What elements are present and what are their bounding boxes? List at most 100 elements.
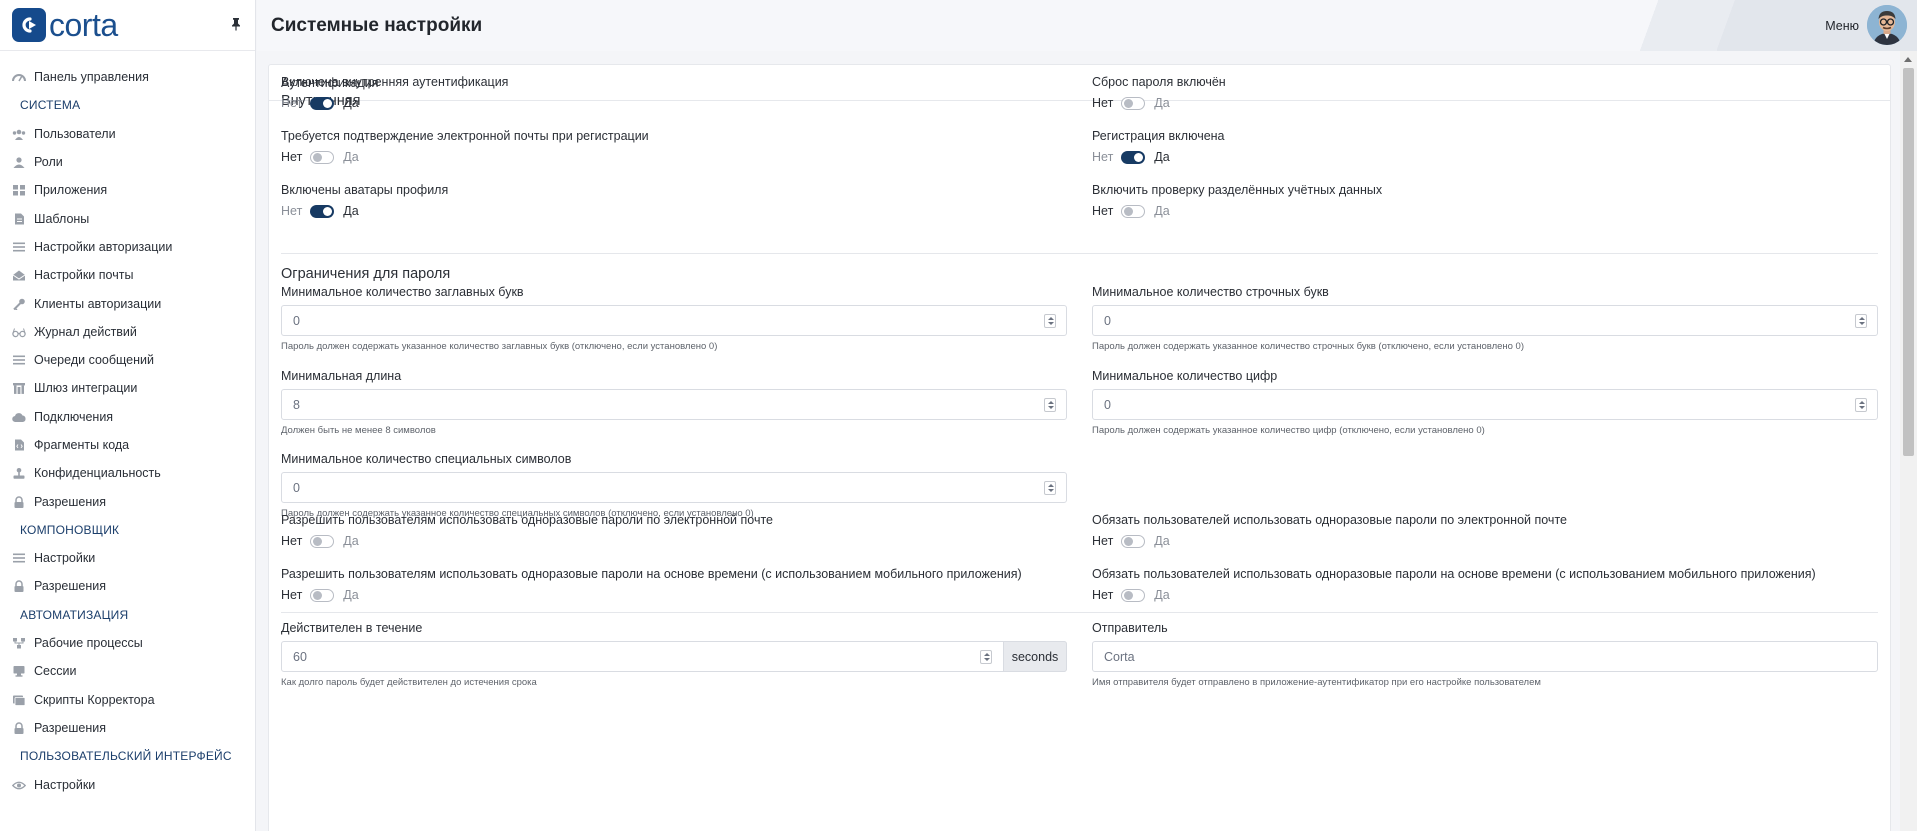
toggle-switch[interactable]	[310, 96, 335, 110]
pin-icon[interactable]	[229, 17, 243, 31]
toggle-row: Нет Да	[281, 96, 508, 110]
sidebar-item-label: Шлюз интеграции	[34, 381, 138, 396]
input-value: 60	[293, 649, 307, 664]
toggle-row: Нет Да	[1092, 534, 1567, 548]
help-text: Как долго пароль будет действителен до и…	[281, 677, 537, 688]
toggle-knob	[1124, 590, 1134, 600]
number-input[interactable]: 0	[281, 305, 1067, 336]
spinner-icon[interactable]	[1044, 314, 1056, 328]
sidebar-item-label: Разрешения	[34, 720, 107, 735]
spinner-icon[interactable]	[1044, 398, 1056, 412]
toggle-switch[interactable]	[1121, 588, 1146, 602]
toggle-label: Включена внутренняя аутентификация	[281, 75, 509, 89]
sidebar-item[interactable]: Подключения	[0, 403, 255, 431]
lock-icon	[12, 580, 26, 593]
toggle-row: Нет Да	[1092, 588, 1816, 602]
sidebar-section-title: АВТОМАТИЗАЦИЯ	[20, 607, 129, 622]
sidebar-item-label: Настройки	[34, 777, 96, 792]
toggle-switch[interactable]	[1121, 204, 1146, 218]
sidebar-item[interactable]: Рабочие процессы	[0, 629, 255, 657]
scroll-up-icon[interactable]	[1904, 57, 1912, 62]
sidebar-item[interactable]: Настройки	[0, 544, 255, 572]
toggle-knob	[1124, 536, 1134, 546]
toggle-switch[interactable]	[1121, 534, 1146, 548]
sidebar-item-label: Разрешения	[34, 579, 107, 594]
toggle-yes-label: Да	[1154, 150, 1170, 164]
toggle-switch[interactable]	[310, 534, 335, 548]
script-icon	[12, 694, 26, 706]
sidebar-item[interactable]: Настройки почты	[0, 261, 255, 289]
menu-button[interactable]: Меню	[1825, 19, 1859, 33]
sidebar-item-label: Журнал действий	[34, 324, 137, 339]
number-input[interactable]: 0	[1092, 305, 1878, 336]
spinner-icon[interactable]	[1044, 481, 1056, 495]
toggle-switch[interactable]	[310, 204, 335, 218]
sidebar-item[interactable]: Конфиденциальность	[0, 459, 255, 487]
sidebar-item[interactable]: Сессии	[0, 657, 255, 685]
sidebar-item[interactable]: Шлюз интеграции	[0, 374, 255, 402]
spinner-icon[interactable]	[1855, 314, 1867, 328]
list-icon	[12, 552, 26, 564]
toggle-yes-label: Да	[343, 150, 359, 164]
sidebar-item[interactable]: Пользователи	[0, 120, 255, 148]
help-text: Пароль должен содержать указанное количе…	[281, 341, 718, 352]
sidebar-item[interactable]: Разрешения	[0, 714, 255, 742]
toggle-label: Разрешить пользователям использовать одн…	[281, 513, 773, 527]
sidebar-item[interactable]: Фрагменты кода	[0, 431, 255, 459]
apps-icon	[12, 184, 26, 196]
sessions-icon	[12, 665, 26, 678]
sidebar-item[interactable]: Разрешения	[0, 487, 255, 515]
toggle-field: Обязать пользователей использовать однор…	[1092, 513, 1567, 548]
toggle-switch[interactable]	[1121, 150, 1146, 164]
logo-mark-icon	[12, 8, 46, 42]
toggle-field: Разрешить пользователям использовать одн…	[281, 513, 773, 548]
number-input[interactable]: 0	[1092, 389, 1878, 420]
avatar[interactable]	[1867, 5, 1907, 45]
lock-icon	[12, 495, 26, 508]
section-title-password: Ограничения для пароля	[281, 266, 451, 282]
sidebar-item[interactable]: Разрешения	[0, 572, 255, 600]
toggle-no-label: Нет	[281, 96, 303, 110]
sidebar-item-label: Сессии	[34, 664, 77, 679]
logo[interactable]: corta	[0, 0, 255, 51]
page-scrollbar[interactable]	[1900, 51, 1917, 831]
toggle-switch[interactable]	[310, 588, 335, 602]
number-field: Минимальное количество цифр 0 Пароль долже…	[1092, 369, 1878, 436]
sidebar-item[interactable]: Клиенты авторизации	[0, 289, 255, 317]
lock-icon	[12, 722, 26, 734]
users-icon	[12, 128, 26, 140]
sidebar-item[interactable]: Приложения	[0, 176, 255, 204]
toggle-switch[interactable]	[310, 150, 335, 164]
sidebar-item-label: Настройки почты	[34, 268, 134, 283]
sidebar-item[interactable]: Журнал действий	[0, 318, 255, 346]
logo-text: corta	[49, 7, 118, 43]
field-label: Минимальное количество специальных симво…	[281, 452, 572, 466]
spinner-icon[interactable]	[1855, 398, 1867, 412]
toggle-label: Обязать пользователей использовать однор…	[1092, 567, 1816, 581]
sidebar-item-label: Рабочие процессы	[34, 636, 143, 651]
auth-settings-card: Аутентификация ВнутренняяОграничения для…	[268, 64, 1891, 831]
scroll-thumb[interactable]	[1903, 68, 1914, 456]
toggle-label: Обязать пользователей использовать однор…	[1092, 513, 1567, 527]
valid-for-field: Действителен в течение 60 seconds Как долго…	[281, 621, 1067, 688]
sidebar-item[interactable]: Настройки	[0, 770, 255, 798]
sidebar-item[interactable]: Панель управления	[0, 63, 255, 91]
spinner-icon[interactable]	[980, 650, 992, 664]
page-title: Системные настройки	[271, 15, 483, 36]
number-field: Минимальное количество заглавных букв 0 Па…	[281, 285, 1067, 352]
sidebar-item[interactable]: Очереди сообщений	[0, 346, 255, 374]
sender-input[interactable]: Corta	[1092, 641, 1878, 672]
toggle-switch[interactable]	[1121, 96, 1146, 110]
number-input[interactable]: 8	[281, 389, 1067, 420]
field-label: Минимальное количество строчных букв	[1092, 285, 1329, 299]
number-input[interactable]: 0	[281, 472, 1067, 503]
valid-for-input[interactable]: 60 seconds	[281, 641, 1067, 672]
mail-icon	[12, 269, 26, 281]
sidebar-item[interactable]: Шаблоны	[0, 204, 255, 232]
sidebar-item[interactable]: Настройки авторизации	[0, 233, 255, 261]
template-icon	[12, 213, 26, 225]
sidebar-item[interactable]: Роли	[0, 148, 255, 176]
number-field: Минимальная длина 8 Должен быть не менее 8…	[281, 369, 1067, 436]
sidebar-item[interactable]: Скрипты Корректора	[0, 686, 255, 714]
sidebar-item-label: Очереди сообщений	[34, 353, 154, 368]
